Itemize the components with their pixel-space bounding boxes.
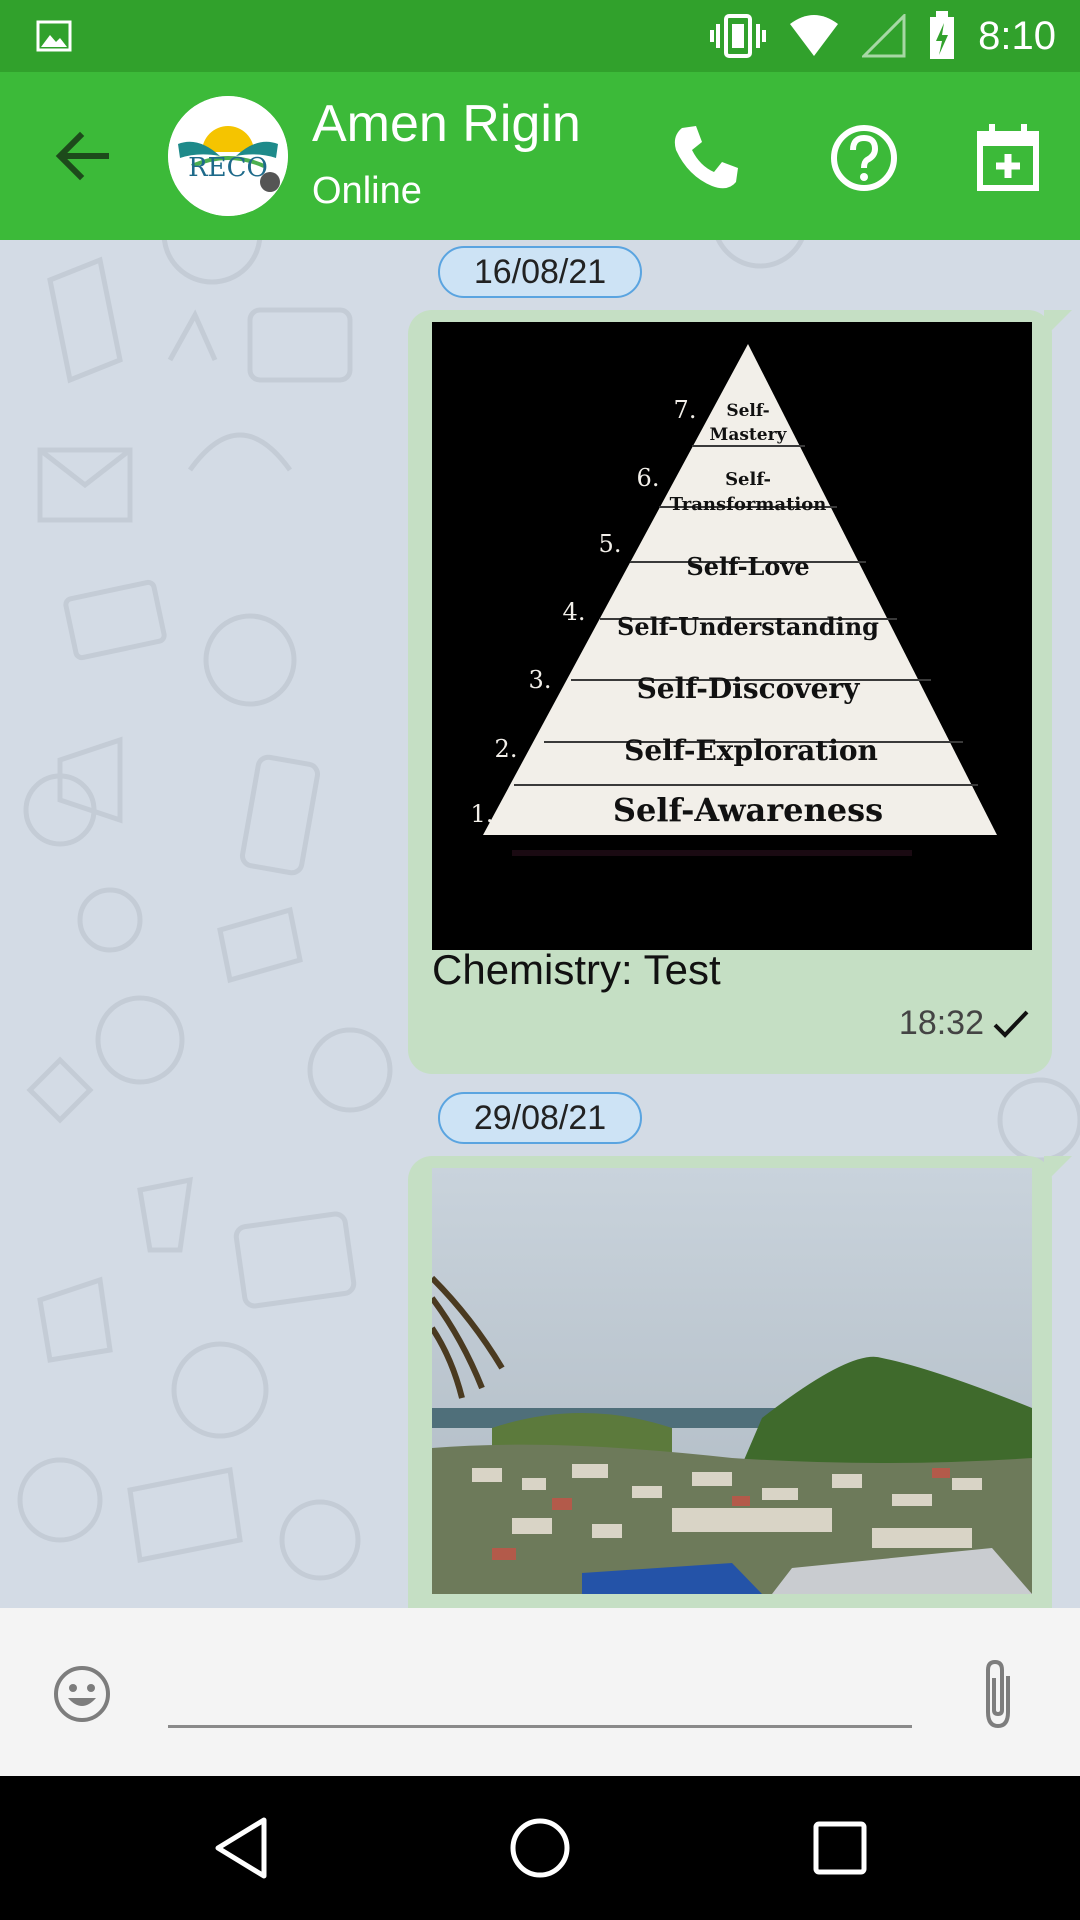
back-arrow-icon[interactable] [50, 124, 114, 188]
pyramid-number-5: 5. [599, 530, 622, 558]
system-nav-bar [0, 1776, 1080, 1920]
pyramid-level-6-line2: Transformation [670, 494, 827, 515]
pyramid-number-4: 4. [563, 598, 586, 626]
bubble-tail [1044, 310, 1072, 338]
message-time: 18:32 [898, 1004, 984, 1042]
pyramid-level-6-line1: Self- [725, 469, 771, 490]
status-time: 8:10 [978, 13, 1056, 58]
calendar-add-icon[interactable] [970, 120, 1046, 196]
chat-header: RECO Amen Rigin Online [0, 72, 1080, 240]
wifi-icon [790, 15, 839, 56]
pyramid-level-2: Self-Exploration [624, 734, 878, 767]
message-caption: Chemistry: Test [432, 946, 721, 993]
battery-icon [930, 11, 955, 59]
emoji-icon[interactable] [52, 1664, 112, 1724]
avatar[interactable]: RECO [168, 96, 288, 216]
pyramid-image: Self- Mastery Self- Transformation Self-… [432, 322, 1032, 950]
pyramid-number-3: 3. [529, 666, 552, 694]
landscape-image [432, 1168, 1032, 1594]
logo-text: RECO [188, 153, 268, 183]
pyramid-level-7-line1: Self- [726, 401, 769, 421]
pyramid-number-1: 1. [471, 800, 494, 828]
recents-nav-icon[interactable] [804, 1812, 876, 1884]
pyramid-level-4: Self-Understanding [617, 612, 879, 641]
message-bubble[interactable] [408, 1156, 1072, 1608]
back-nav-icon[interactable] [206, 1812, 278, 1884]
pyramid-number-2: 2. [495, 735, 518, 763]
message-bubble[interactable]: Self- Mastery Self- Transformation Self-… [408, 310, 1072, 1074]
status-bar: 8:10 [0, 0, 1080, 72]
message-meta: 18:32 [899, 1004, 1030, 1043]
message-input[interactable] [168, 1648, 912, 1728]
pyramid-level-5: Self-Love [686, 552, 809, 581]
attach-icon[interactable] [968, 1656, 1028, 1732]
date-separator: 29/08/21 [438, 1092, 642, 1144]
help-icon[interactable] [826, 120, 902, 196]
pyramid-level-1: Self-Awareness [613, 791, 883, 829]
date-separator: 16/08/21 [438, 246, 642, 298]
vibrate-icon [710, 14, 767, 58]
composer-bar [0, 1608, 1080, 1776]
chat-area[interactable]: 16/08/21 Self- Mastery Self- Transformat… [0, 240, 1080, 1608]
message-image[interactable] [432, 1168, 1032, 1594]
image-icon [36, 20, 72, 52]
bubble-tail [1044, 1156, 1072, 1184]
signal-icon [862, 14, 906, 58]
check-icon [993, 1010, 1029, 1038]
home-nav-icon[interactable] [504, 1812, 576, 1884]
pyramid-number-7: 7. [674, 396, 697, 424]
message-image[interactable]: Self- Mastery Self- Transformation Self-… [432, 322, 1032, 950]
contact-name[interactable]: Amen Rigin [312, 94, 581, 154]
pyramid-level-3: Self-Discovery [637, 672, 861, 705]
reco-logo: RECO [168, 96, 288, 216]
pyramid-number-6: 6. [637, 464, 660, 492]
phone-icon[interactable] [668, 120, 744, 196]
contact-status: Online [312, 170, 422, 212]
pyramid-level-7-line2: Mastery [710, 425, 788, 445]
